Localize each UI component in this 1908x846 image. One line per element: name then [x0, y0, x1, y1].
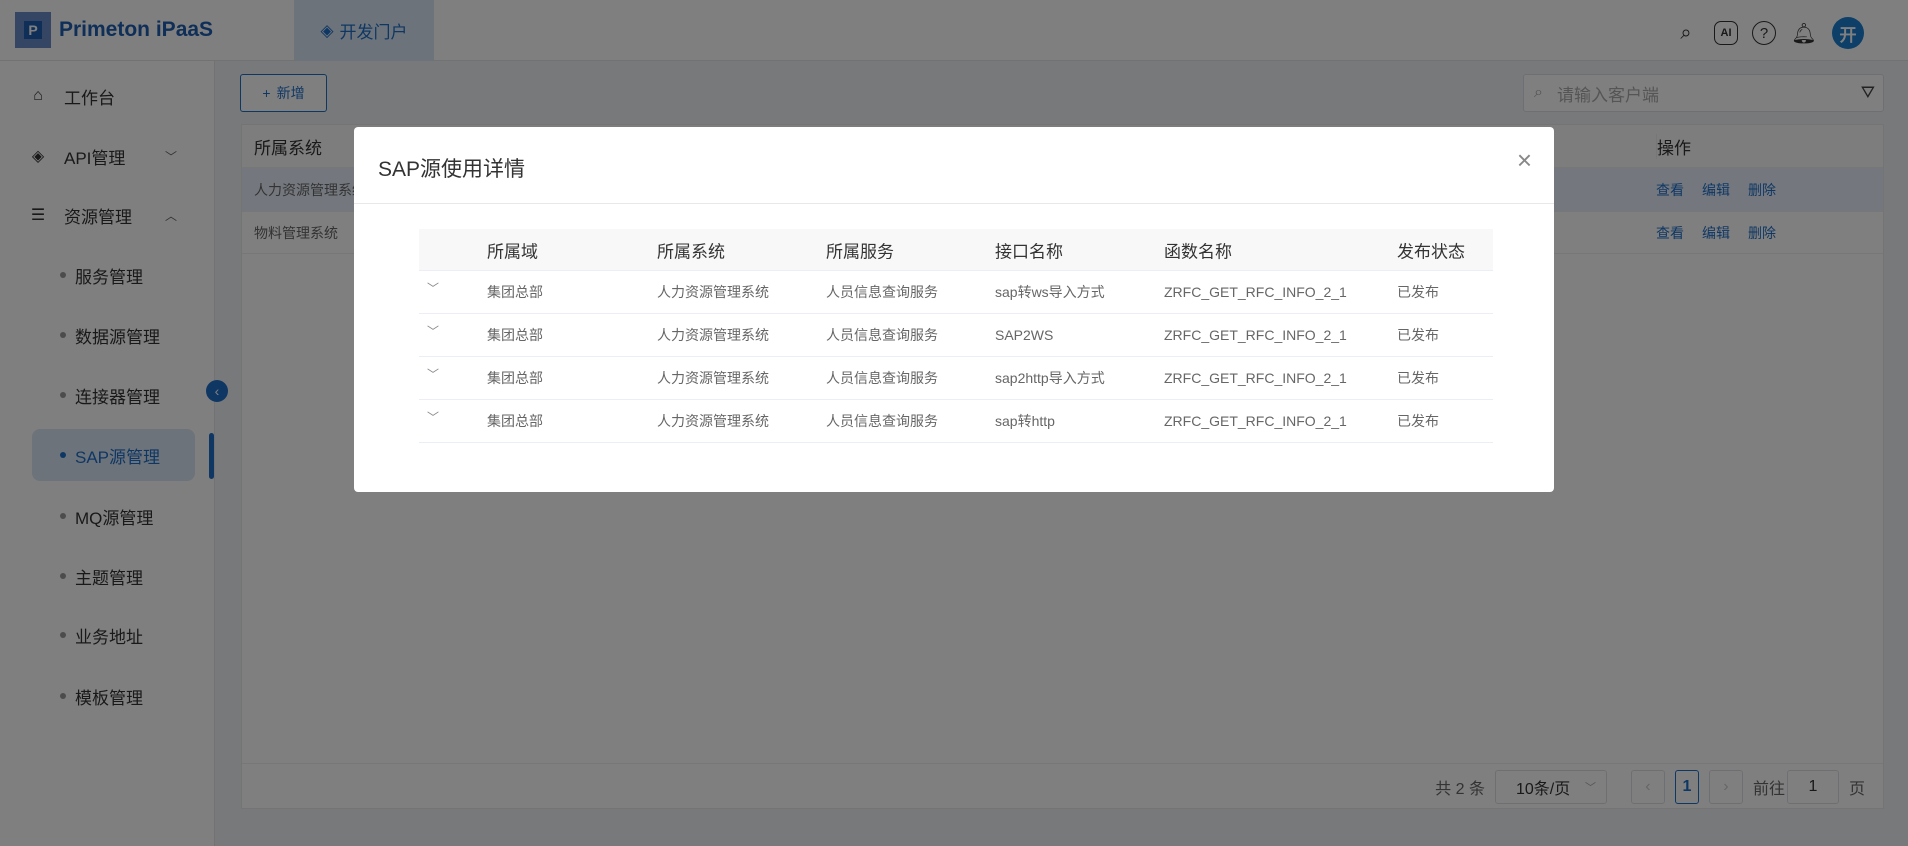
divider [354, 203, 1554, 204]
cell-interface: SAP2WS [995, 327, 1054, 343]
col-function: 函数名称 [1164, 242, 1232, 261]
cell-function: ZRFC_GET_RFC_INFO_2_1 [1164, 327, 1347, 343]
expand-chevron-icon[interactable]: ﹀ [427, 279, 439, 296]
table-header: 所属域 所属系统 所属服务 接口名称 函数名称 发布状态 [419, 229, 1493, 271]
cell-domain: 集团总部 [487, 284, 543, 300]
sap-usage-dialog: SAP源使用详情 × 所属域 所属系统 所属服务 接口名称 函数名称 发布状态 … [354, 127, 1554, 492]
cell-function: ZRFC_GET_RFC_INFO_2_1 [1164, 284, 1347, 300]
cell-interface: sap转http [995, 413, 1055, 429]
cell-service: 人员信息查询服务 [826, 370, 938, 386]
cell-status: 已发布 [1397, 284, 1439, 300]
cell-interface: sap转ws导入方式 [995, 284, 1105, 300]
col-service: 所属服务 [826, 242, 894, 261]
cell-interface: sap2http导入方式 [995, 370, 1105, 386]
cell-status: 已发布 [1397, 327, 1439, 343]
cell-system: 人力资源管理系统 [657, 413, 769, 429]
table-row: ﹀ 集团总部 人力资源管理系统 人员信息查询服务 sap转http ZRFC_G… [419, 400, 1493, 443]
dialog-title: SAP源使用详情 [378, 158, 526, 181]
col-system: 所属系统 [657, 242, 725, 261]
cell-function: ZRFC_GET_RFC_INFO_2_1 [1164, 370, 1347, 386]
cell-function: ZRFC_GET_RFC_INFO_2_1 [1164, 413, 1347, 429]
cell-domain: 集团总部 [487, 413, 543, 429]
expand-chevron-icon[interactable]: ﹀ [427, 408, 439, 425]
usage-table: 所属域 所属系统 所属服务 接口名称 函数名称 发布状态 ﹀ 集团总部 人力资源… [419, 229, 1493, 443]
col-status: 发布状态 [1397, 242, 1465, 261]
table-row: ﹀ 集团总部 人力资源管理系统 人员信息查询服务 sap转ws导入方式 ZRFC… [419, 271, 1493, 314]
expand-chevron-icon[interactable]: ﹀ [427, 322, 439, 339]
col-interface: 接口名称 [995, 242, 1063, 261]
cell-domain: 集团总部 [487, 327, 543, 343]
cell-status: 已发布 [1397, 413, 1439, 429]
col-domain: 所属域 [487, 242, 538, 261]
cell-system: 人力资源管理系统 [657, 284, 769, 300]
close-icon[interactable]: × [1517, 145, 1532, 176]
cell-system: 人力资源管理系统 [657, 370, 769, 386]
cell-service: 人员信息查询服务 [826, 413, 938, 429]
cell-domain: 集团总部 [487, 370, 543, 386]
cell-status: 已发布 [1397, 370, 1439, 386]
table-row: ﹀ 集团总部 人力资源管理系统 人员信息查询服务 sap2http导入方式 ZR… [419, 357, 1493, 400]
cell-service: 人员信息查询服务 [826, 327, 938, 343]
cell-service: 人员信息查询服务 [826, 284, 938, 300]
cell-system: 人力资源管理系统 [657, 327, 769, 343]
expand-chevron-icon[interactable]: ﹀ [427, 365, 439, 382]
table-row: ﹀ 集团总部 人力资源管理系统 人员信息查询服务 SAP2WS ZRFC_GET… [419, 314, 1493, 357]
